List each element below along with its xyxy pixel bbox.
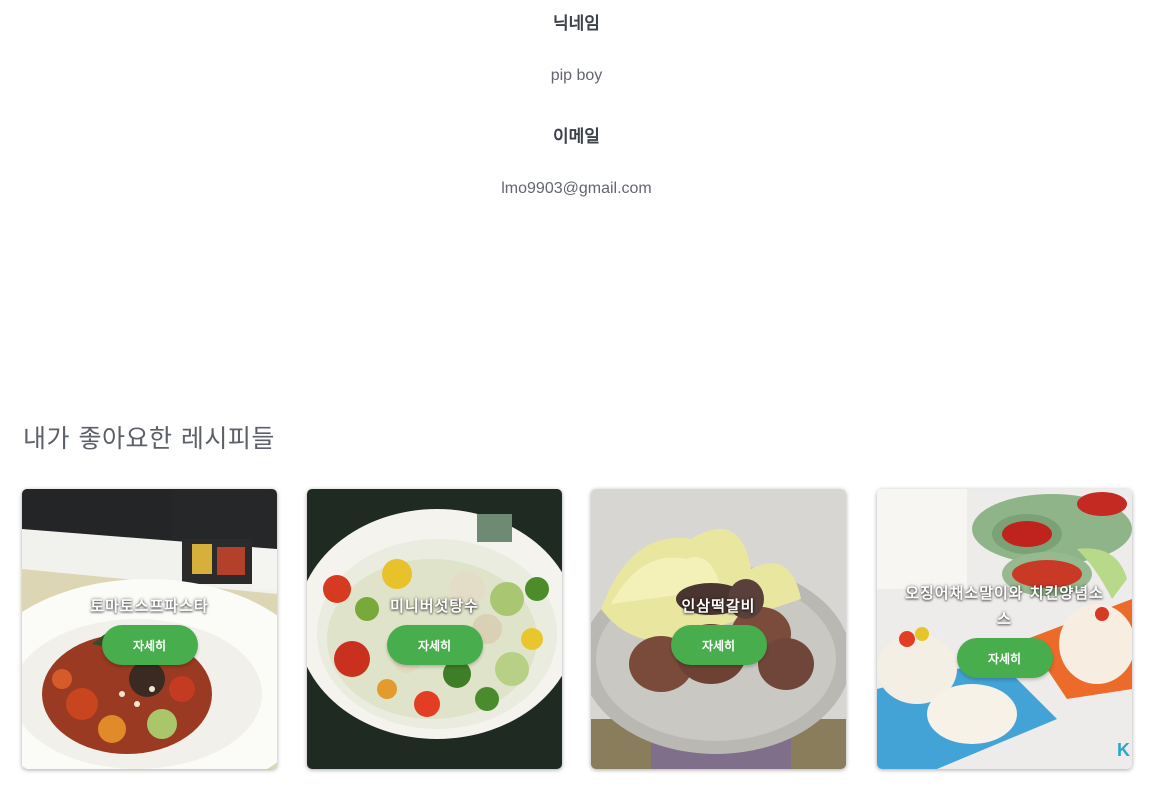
recipe-card[interactable]: K 오징어채소말이와 치킨양념소스 자세히: [877, 489, 1132, 769]
recipe-detail-button[interactable]: 자세히: [101, 625, 198, 665]
recipe-card[interactable]: 인삼떡갈비 자세히: [591, 489, 846, 769]
email-value: lmo9903@gmail.com: [501, 180, 652, 197]
recipe-card-overlay: 토마토스프파스타 자세히: [22, 489, 277, 769]
email-label: 이메일: [553, 127, 600, 147]
recipe-card[interactable]: 미니버섯탕수 자세히: [307, 489, 562, 769]
recipe-title: 토마토스프파스타: [90, 597, 209, 615]
recipe-card[interactable]: 토마토스프파스타 자세히: [22, 489, 277, 769]
recipe-card-overlay: 미니버섯탕수 자세히: [307, 489, 562, 769]
recipe-card-overlay: 오징어채소말이와 치킨양념소스 자세히: [877, 489, 1132, 769]
recipe-detail-button[interactable]: 자세히: [956, 638, 1053, 678]
recipe-title: 오징어채소말이와 치킨양념소스: [905, 584, 1104, 628]
recipe-title: 미니버섯탕수: [390, 597, 479, 615]
liked-recipes-grid: 토마토스프파스타 자세히 미니버섯탕수 자세히 인삼떡갈비 자세히 K 오징어채…: [22, 489, 1132, 770]
nickname-label: 닉네임: [553, 14, 600, 34]
recipe-detail-button[interactable]: 자세히: [386, 625, 483, 665]
liked-recipes-title: 내가 좋아요한 레시피들: [23, 423, 275, 453]
recipe-title: 인삼떡갈비: [681, 597, 756, 615]
recipe-detail-button[interactable]: 자세히: [670, 625, 767, 665]
recipe-card-overlay: 인삼떡갈비 자세히: [591, 489, 846, 769]
nickname-value: pip boy: [550, 67, 603, 84]
